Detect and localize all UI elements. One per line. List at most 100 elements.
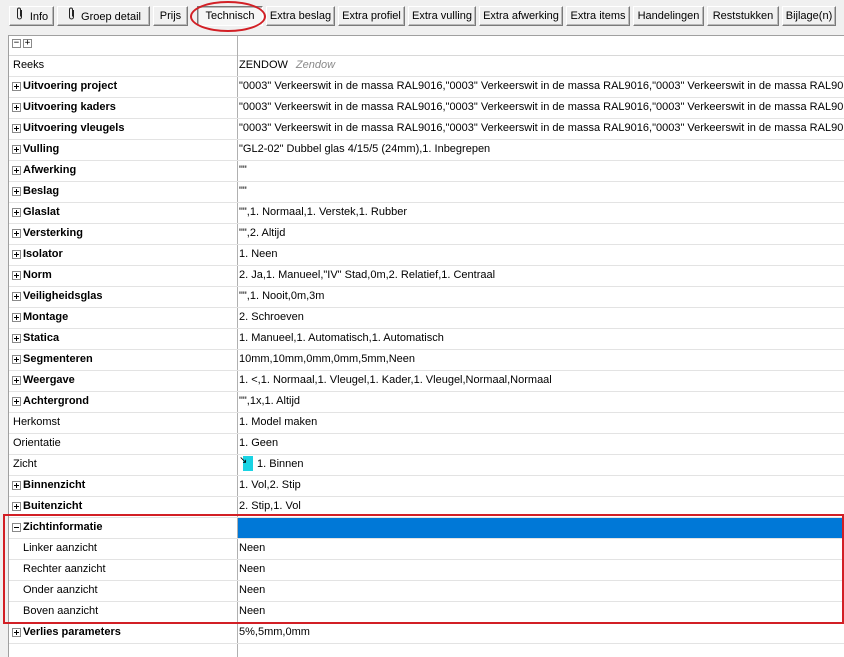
extra-afwerking-button[interactable]: Extra afwerking [479, 6, 563, 26]
expand-plus-icon[interactable] [12, 376, 21, 385]
property-row-herkomst[interactable]: Herkomst 1. Model maken [9, 413, 844, 434]
property-row-zichtinformatie[interactable]: Zichtinformatie [9, 518, 844, 539]
expand-plus-icon[interactable] [12, 250, 21, 259]
expand-plus-icon[interactable] [12, 145, 21, 154]
property-value-cell[interactable]: "",2. Altijd [238, 224, 844, 244]
expand-plus-icon[interactable] [12, 229, 21, 238]
property-value-cell[interactable]: "0003" Verkeerswit in de massa RAL9016,"… [238, 98, 844, 118]
property-name-cell[interactable]: Onder aanzicht [9, 581, 237, 601]
property-row-versterking[interactable]: Versterking "",2. Altijd [9, 224, 844, 245]
property-value-cell[interactable]: 2. Schroeven [238, 308, 844, 328]
property-name-cell[interactable]: Glaslat [9, 203, 237, 223]
property-value-cell[interactable]: 1. Neen [238, 245, 844, 265]
property-name-cell[interactable]: Achtergrond [9, 392, 237, 412]
property-name-cell[interactable]: Segmenteren [9, 350, 237, 370]
expand-all-icon[interactable]: + [23, 39, 32, 48]
expand-plus-icon[interactable] [12, 481, 21, 490]
property-name-cell[interactable]: Uitvoering kaders [9, 98, 237, 118]
property-name-cell[interactable]: Norm [9, 266, 237, 286]
expand-plus-icon[interactable] [12, 313, 21, 322]
bijlagen-button[interactable]: Bijlage(n) [782, 6, 836, 26]
property-row-binnenzicht[interactable]: Binnenzicht 1. Vol,2. Stip [9, 476, 844, 497]
property-value-cell[interactable]: Neen [238, 602, 844, 622]
property-row-onder-aanzicht[interactable]: Onder aanzicht Neen [9, 581, 844, 602]
property-name-cell[interactable]: Orientatie [9, 434, 237, 454]
expand-plus-icon[interactable] [12, 397, 21, 406]
property-value-cell[interactable]: 10mm,10mm,0mm,0mm,5mm,Neen [238, 350, 844, 370]
property-name-cell[interactable]: Uitvoering project [9, 77, 237, 97]
property-row-rechter-aanzicht[interactable]: Rechter aanzicht Neen [9, 560, 844, 581]
property-row-uitvoering-vleugels[interactable]: Uitvoering vleugels "0003" Verkeerswit in… [9, 119, 844, 140]
property-name-cell[interactable]: Zicht [9, 455, 237, 475]
property-row-vulling[interactable]: Vulling "GL2-02" Dubbel glas 4/15/5 (24mm… [9, 140, 844, 161]
property-value-cell[interactable]: "" [238, 161, 844, 181]
property-row-reeks[interactable]: Reeks ZENDOW Zendow [9, 56, 844, 77]
property-value-cell[interactable]: 1. <,1. Normaal,1. Vleugel,1. Kader,1. V… [238, 371, 844, 391]
property-row-statica[interactable]: Statica 1. Manueel,1. Automatisch,1. Auto… [9, 329, 844, 350]
property-name-cell[interactable]: Montage [9, 308, 237, 328]
property-row-achtergrond[interactable]: Achtergrond "",1x,1. Altijd [9, 392, 844, 413]
property-name-cell[interactable]: Boven aanzicht [9, 602, 237, 622]
property-name-cell[interactable]: Veiligheidsglas [9, 287, 237, 307]
expand-plus-icon[interactable] [12, 334, 21, 343]
handelingen-button[interactable]: Handelingen [633, 6, 704, 26]
property-value-cell[interactable]: 1. Vol,2. Stip [238, 476, 844, 496]
property-name-cell[interactable]: Statica [9, 329, 237, 349]
expand-plus-icon[interactable] [12, 271, 21, 280]
property-value-cell[interactable]: Neen [238, 539, 844, 559]
collapse-minus-icon[interactable] [12, 523, 21, 532]
property-value-cell[interactable]: 1. Manueel,1. Automatisch,1. Automatisch [238, 329, 844, 349]
property-row-weergave[interactable]: Weergave 1. <,1. Normaal,1. Vleugel,1. Ka… [9, 371, 844, 392]
extra-beslag-button[interactable]: Extra beslag [266, 6, 335, 26]
expand-plus-icon[interactable] [12, 208, 21, 217]
info-button[interactable]: Info [9, 6, 54, 26]
property-name-cell[interactable]: Herkomst [9, 413, 237, 433]
property-value-cell[interactable]: "",1x,1. Altijd [238, 392, 844, 412]
property-name-cell[interactable]: Beslag [9, 182, 237, 202]
property-name-cell[interactable]: Zichtinformatie [9, 518, 237, 538]
property-name-cell[interactable]: Weergave [9, 371, 237, 391]
property-name-cell[interactable]: Buitenzicht [9, 497, 237, 517]
property-value-cell[interactable]: "0003" Verkeerswit in de massa RAL9016,"… [238, 77, 844, 97]
property-value-cell[interactable]: 2. Ja,1. Manueel,"IV" Stad,0m,2. Relatie… [238, 266, 844, 286]
property-name-cell[interactable]: Rechter aanzicht [9, 560, 237, 580]
property-row-zicht[interactable]: Zicht ↘ 1. Binnen [9, 455, 844, 476]
property-value-cell[interactable]: 2. Stip,1. Vol [238, 497, 844, 517]
property-row-montage[interactable]: Montage 2. Schroeven [9, 308, 844, 329]
property-name-cell[interactable]: Verlies parameters [9, 623, 237, 643]
property-value-cell[interactable]: "",1. Nooit,0m,3m [238, 287, 844, 307]
prijs-button[interactable]: Prijs [153, 6, 188, 26]
property-row-norm[interactable]: Norm 2. Ja,1. Manueel,"IV" Stad,0m,2. Rel… [9, 266, 844, 287]
expand-plus-icon[interactable] [12, 82, 21, 91]
expand-plus-icon[interactable] [12, 187, 21, 196]
property-row-linker-aanzicht[interactable]: Linker aanzicht Neen [9, 539, 844, 560]
property-name-cell[interactable]: Linker aanzicht [9, 539, 237, 559]
property-value-cell[interactable]: "" [238, 182, 844, 202]
property-value-cell[interactable]: ↘ 1. Binnen [238, 455, 844, 475]
property-row-segmenteren[interactable]: Segmenteren 10mm,10mm,0mm,0mm,5mm,Neen [9, 350, 844, 371]
property-row-uitvoering-kaders[interactable]: Uitvoering kaders "0003" Verkeerswit in d… [9, 98, 844, 119]
property-name-cell[interactable]: Binnenzicht [9, 476, 237, 496]
property-value-cell[interactable] [238, 518, 844, 538]
property-row-buitenzicht[interactable]: Buitenzicht 2. Stip,1. Vol [9, 497, 844, 518]
property-name-cell[interactable]: Afwerking [9, 161, 237, 181]
property-value-cell[interactable]: 5%,5mm,0mm [238, 623, 844, 643]
extra-items-button[interactable]: Extra items [566, 6, 630, 26]
property-value-cell[interactable]: Neen [238, 560, 844, 580]
property-row-boven-aanzicht[interactable]: Boven aanzicht Neen [9, 602, 844, 623]
property-name-cell[interactable]: Uitvoering vleugels [9, 119, 237, 139]
property-value-cell[interactable]: ZENDOW Zendow [238, 56, 844, 76]
extra-vulling-button[interactable]: Extra vulling [408, 6, 476, 26]
property-row-orientatie[interactable]: Orientatie 1. Geen [9, 434, 844, 455]
property-row-afwerking[interactable]: Afwerking "" [9, 161, 844, 182]
property-row-veiligheidsglas[interactable]: Veiligheidsglas "",1. Nooit,0m,3m [9, 287, 844, 308]
property-value-cell[interactable]: "",1. Normaal,1. Verstek,1. Rubber [238, 203, 844, 223]
property-name-cell[interactable]: Versterking [9, 224, 237, 244]
expand-plus-icon[interactable] [12, 628, 21, 637]
technisch-tab[interactable]: Technisch [197, 6, 263, 26]
expand-plus-icon[interactable] [12, 355, 21, 364]
reststukken-button[interactable]: Reststukken [707, 6, 779, 26]
property-name-cell[interactable]: Isolator [9, 245, 237, 265]
collapse-all-icon[interactable]: − [12, 39, 21, 48]
expand-plus-icon[interactable] [12, 292, 21, 301]
